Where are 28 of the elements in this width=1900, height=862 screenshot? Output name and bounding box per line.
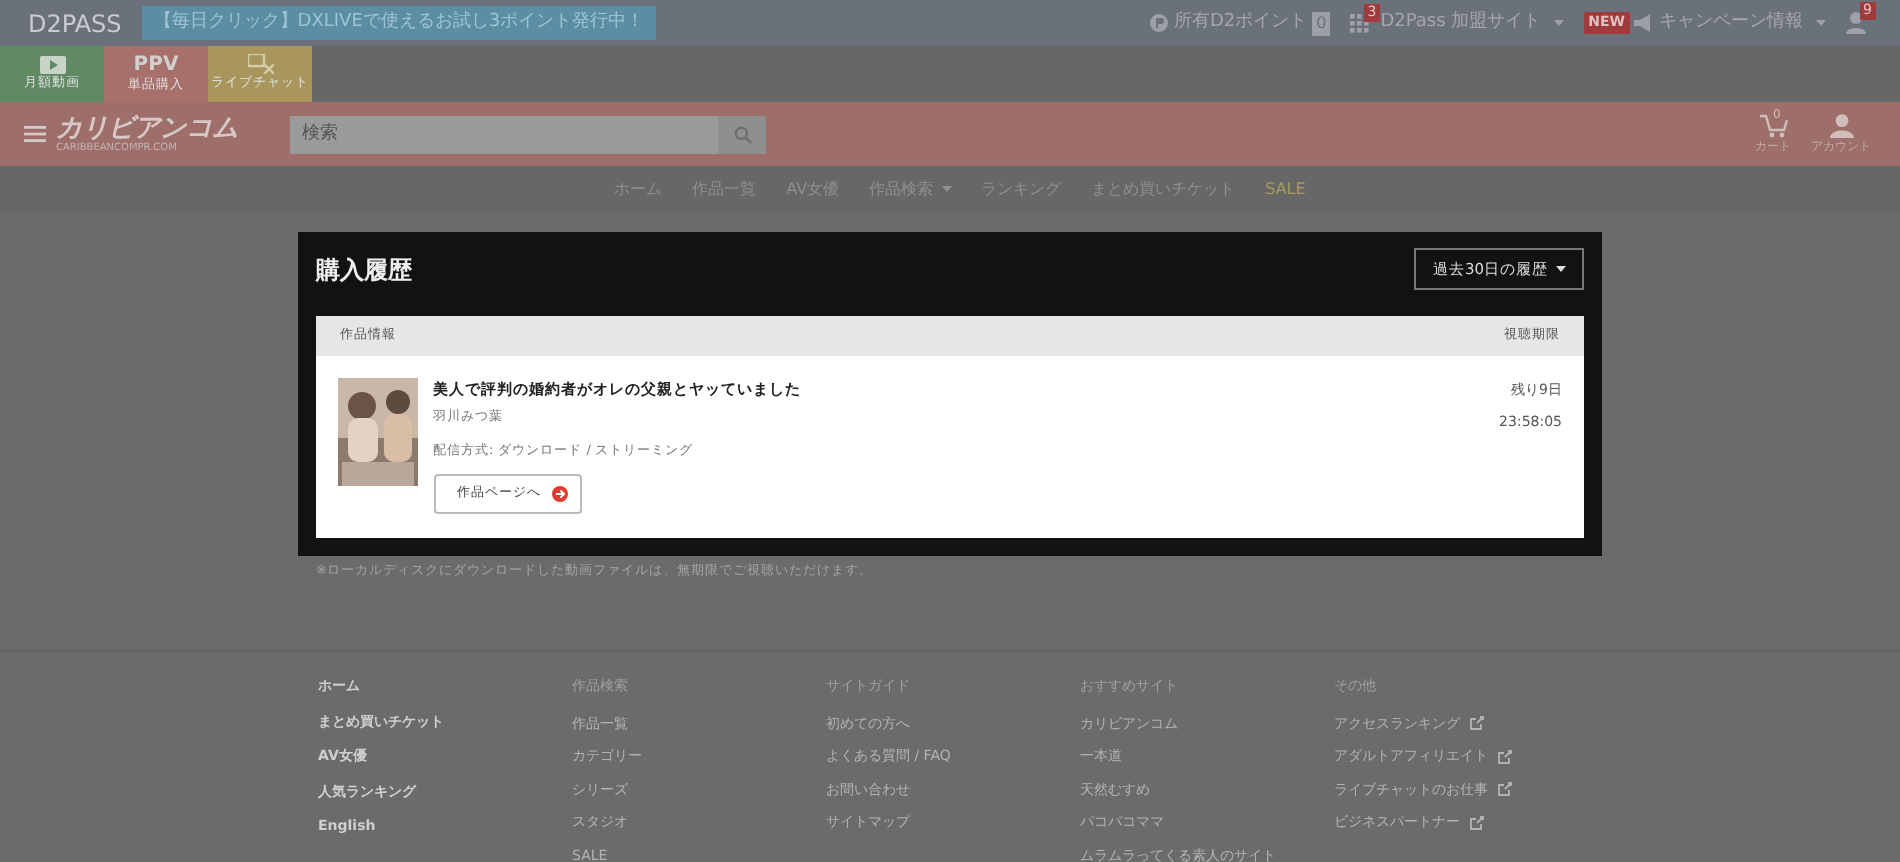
sites-menu[interactable]: D2Pass 加盟サイト [1380,9,1542,37]
user-icon[interactable] [1846,12,1866,34]
site-logo[interactable]: カリビアンコム [56,115,238,141]
promo-banner[interactable]: 【毎日クリック】DXLIVEで使えるお試し3ポイント発行中！ [141,5,657,41]
menu-icon[interactable] [24,126,46,142]
external-link-icon [1498,782,1513,797]
search-icon [733,125,751,143]
caret-icon [1816,20,1826,26]
account-icon[interactable] [1829,113,1853,137]
panel-title: 購入履歴 [316,253,412,288]
points-label: 所有D2ポイント [1173,9,1308,36]
search-button[interactable] [718,115,766,153]
caret-icon [1554,20,1565,26]
external-link-icon [1498,749,1513,764]
caret-icon [941,186,952,192]
nav-link[interactable]: SALE [1265,177,1306,201]
point-icon [1150,14,1169,32]
external-link-icon [1470,716,1485,731]
grid-icon[interactable] [1350,13,1371,33]
caret-icon [1556,266,1566,273]
megaphone-icon [1634,14,1654,32]
chat-icon [247,54,273,75]
cart-icon[interactable] [1759,113,1787,137]
external-link-icon [1470,815,1485,830]
play-icon [39,55,65,74]
logo[interactable]: D2PASS [28,5,122,41]
search-field[interactable]: 検索 [290,115,718,153]
arrow-right-icon [551,485,567,502]
